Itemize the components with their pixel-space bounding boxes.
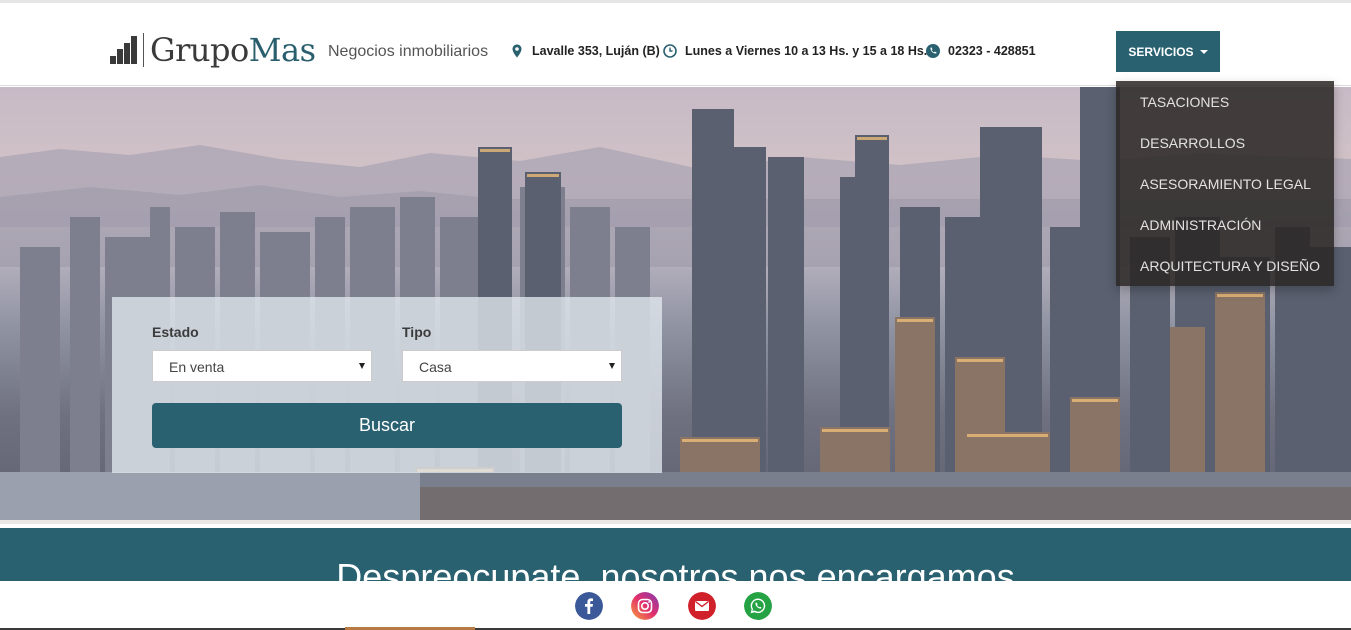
logo-mas: Mas xyxy=(248,31,316,69)
servicios-label: SERVICIOS xyxy=(1128,44,1194,59)
phone-info[interactable]: 02323 - 428851 xyxy=(926,44,1036,58)
caret-down-icon xyxy=(1199,49,1208,54)
logo-text: Grupo Mas xyxy=(150,31,316,69)
estado-value: En venta xyxy=(169,359,225,375)
logo-grupo: Grupo xyxy=(150,31,249,69)
phone-text: 02323 - 428851 xyxy=(948,44,1036,58)
buscar-button[interactable]: Buscar xyxy=(152,403,622,448)
site-header: Grupo Mas Negocios inmobiliarios Lavalle … xyxy=(0,0,1351,86)
search-panel: Estado En venta Tipo Casa Buscar xyxy=(112,297,662,473)
servicios-button[interactable]: SERVICIOS xyxy=(1116,31,1220,72)
servicios-dropdown: TASACIONES DESARROLLOS ASESORAMIENTO LEG… xyxy=(1116,81,1334,286)
social-bar xyxy=(0,581,1351,630)
whatsapp-icon[interactable] xyxy=(744,592,772,620)
estado-select[interactable]: En venta xyxy=(152,350,372,382)
menu-item-administracion[interactable]: ADMINISTRACIÓN xyxy=(1116,204,1334,245)
menu-item-asesoramiento-legal[interactable]: ASESORAMIENTO LEGAL xyxy=(1116,163,1334,204)
clock-icon xyxy=(663,44,677,58)
menu-item-tasaciones[interactable]: TASACIONES xyxy=(1116,81,1334,122)
logo[interactable]: Grupo Mas xyxy=(110,31,316,69)
select-arrow-icon xyxy=(359,363,365,369)
address-info: Lavalle 353, Luján (B) xyxy=(510,44,660,58)
phone-icon xyxy=(926,44,940,58)
email-icon[interactable] xyxy=(688,592,716,620)
tagline: Negocios inmobiliarios xyxy=(328,43,489,60)
menu-item-desarrollos[interactable]: DESARROLLOS xyxy=(1116,122,1334,163)
tipo-select[interactable]: Casa xyxy=(402,350,622,382)
tipo-value: Casa xyxy=(419,359,452,375)
tipo-label: Tipo xyxy=(402,324,432,340)
hours-info: Lunes a Viernes 10 a 13 Hs. y 15 a 18 Hs… xyxy=(663,44,927,58)
address-text: Lavalle 353, Luján (B) xyxy=(532,44,660,58)
page: Grupo Mas Negocios inmobiliarios Lavalle … xyxy=(0,0,1351,630)
map-pin-icon xyxy=(512,44,522,58)
menu-item-arquitectura-diseno[interactable]: ARQUITECTURA Y DISEÑO xyxy=(1116,245,1334,286)
facebook-icon[interactable] xyxy=(575,592,603,620)
instagram-icon[interactable] xyxy=(631,592,659,620)
hours-text: Lunes a Viernes 10 a 13 Hs. y 15 a 18 Hs… xyxy=(685,44,928,58)
estado-label: Estado xyxy=(152,324,199,340)
select-arrow-icon xyxy=(609,363,615,369)
logo-bars-icon xyxy=(110,36,137,64)
logo-divider xyxy=(143,33,144,67)
